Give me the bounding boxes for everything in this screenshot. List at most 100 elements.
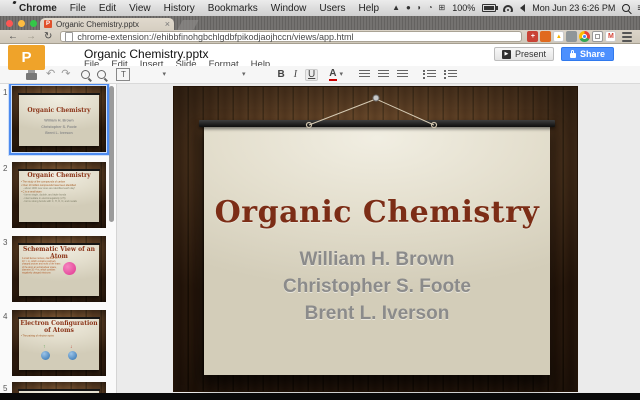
numbered-list-icon <box>423 70 436 79</box>
slide-thumbnail-4[interactable]: Electron Configuration of Atoms• The pai… <box>12 310 106 376</box>
volume-icon[interactable] <box>520 4 525 12</box>
menubar-item-users[interactable]: Users <box>319 3 345 14</box>
numbered-list-button[interactable] <box>423 70 436 79</box>
slide-thumbnail-1[interactable]: Organic Chemistry William H. BrownChristo… <box>12 86 106 152</box>
thumbnail-wood-bg: Organic Chemistry• The study of the comp… <box>12 162 106 228</box>
thumbnail-bullets: • The study of the compounds of carbon• … <box>19 180 99 204</box>
hanging-string-graphic <box>174 87 579 137</box>
status-icon-2[interactable]: ◗ <box>417 4 422 12</box>
thumbnail-rod <box>18 389 100 391</box>
address-bar[interactable]: chrome-extension://ehibbfinohgbchlgdbfpi… <box>60 31 522 42</box>
menubar-item-view[interactable]: View <box>129 3 151 14</box>
align-right-button[interactable] <box>397 70 408 79</box>
thumbnail-title: Organic Chemistry <box>19 108 99 115</box>
font-size-dropdown[interactable]: ▾ <box>242 71 246 78</box>
chrome-toolbar: ← → ↻ chrome-extension://ehibbfinohgbchl… <box>0 30 640 44</box>
thumbnail-rod <box>18 169 100 171</box>
status-icon-3[interactable]: ◔ <box>428 4 433 12</box>
wifi-icon[interactable] <box>503 5 513 12</box>
textbox-button[interactable]: T <box>116 68 130 81</box>
header-buttons: ▶ Present Share <box>494 47 614 61</box>
slide-thumbnail-2[interactable]: Organic Chemistry• The study of the comp… <box>12 162 106 228</box>
tab-favicon: P <box>44 20 52 28</box>
menubar-item-bookmarks[interactable]: Bookmarks <box>208 3 258 14</box>
chrome-extension-icon[interactable] <box>579 31 590 42</box>
chrome-menu-icon[interactable] <box>622 32 632 42</box>
present-label: Present <box>515 49 546 59</box>
spotlight-icon[interactable] <box>622 4 630 12</box>
status-icon-0[interactable]: ▲ <box>392 4 400 12</box>
adblock-extension-icon[interactable]: + <box>527 31 538 42</box>
back-button[interactable]: ← <box>8 32 18 42</box>
author-line: Brent L. Iverson <box>204 300 550 327</box>
menubar-item-chrome[interactable]: Chrome <box>19 3 57 14</box>
text-color-dropdown[interactable]: ▾ <box>340 71 344 78</box>
slide-title-textbox[interactable]: Organic Chemistry <box>204 195 550 230</box>
slide-canvas[interactable]: Organic Chemistry William H. BrownChrist… <box>173 86 578 392</box>
thumbnail-atom-text: A small dense nucleus, diameter 10⁻¹⁴ – … <box>22 257 63 275</box>
textbox-icon: T <box>116 68 130 81</box>
screenshot-extension-icon[interactable] <box>592 31 603 42</box>
status-icon-1[interactable]: ● <box>406 4 411 12</box>
bold-button[interactable]: B <box>277 70 284 80</box>
thumbnail-authors: William H. BrownChristopher S. FooteBren… <box>19 118 99 136</box>
nucleus-circle <box>63 262 76 275</box>
electron-sphere: ↓ <box>68 351 77 360</box>
bulleted-list-button[interactable] <box>444 70 457 79</box>
author-line: William H. Brown <box>204 246 550 273</box>
redo-button[interactable]: ↷ <box>61 69 70 80</box>
tab-title: Organic Chemistry.pptx <box>56 20 162 29</box>
drive-extension-icon[interactable]: ▲ <box>553 31 564 42</box>
menubar-item-file[interactable]: File <box>70 3 86 14</box>
slide-authors-textbox[interactable]: William H. BrownChristopher S. FooteBren… <box>204 246 550 327</box>
slides-app-header: P Organic Chemistry.pptx FileEditInsertS… <box>0 44 640 66</box>
italic-button[interactable]: I <box>294 70 297 80</box>
zoom-in-icon <box>81 70 90 79</box>
share-button[interactable]: Share <box>561 47 614 61</box>
undo-button[interactable]: ↶ <box>46 69 55 80</box>
slides-logo[interactable]: P <box>8 45 45 70</box>
browser-tab[interactable]: P Organic Chemistry.pptx × <box>40 18 174 30</box>
slide-number: 4 <box>3 312 7 321</box>
url-text: chrome-extension://ehibbfinohgbchlgdbfpi… <box>77 32 353 42</box>
window-zoom-button[interactable] <box>30 20 37 27</box>
align-left-button[interactable] <box>359 70 370 79</box>
tab-close-icon[interactable]: × <box>165 20 170 29</box>
text-color-button[interactable]: A <box>329 69 336 81</box>
thumbnail-rod <box>18 317 100 319</box>
font-dropdown[interactable]: ▾ <box>162 71 166 78</box>
menu-items: Chrome File Edit View History Bookmarks Window… <box>19 3 392 14</box>
filmstrip-scrollbar[interactable] <box>109 86 114 222</box>
slide-filmstrip: 1Organic ChemistryWilliam H. BrownChrist… <box>0 84 117 393</box>
forward-button[interactable]: → <box>26 32 36 42</box>
new-tab-button[interactable] <box>177 20 198 30</box>
slide-poster[interactable]: Organic Chemistry William H. BrownChrist… <box>204 123 550 375</box>
menubar-item-help[interactable]: Help <box>359 3 380 14</box>
reload-button[interactable]: ↻ <box>44 32 52 42</box>
slide-thumbnail-5[interactable] <box>12 382 106 393</box>
print-button[interactable] <box>26 70 37 80</box>
gmail-extension-icon[interactable]: M <box>605 31 616 42</box>
window-close-button[interactable] <box>6 20 13 27</box>
underline-button[interactable]: U <box>305 69 318 81</box>
status-icon-4[interactable]: ⊞ <box>439 4 446 12</box>
screen: Chrome File Edit View History Bookmarks Window… <box>0 0 640 400</box>
slide-thumbnail-3[interactable]: Schematic View of an AtomA small dense n… <box>12 236 106 302</box>
camera-extension-icon[interactable] <box>566 31 577 42</box>
menubar-item-edit[interactable]: Edit <box>99 3 116 14</box>
present-button[interactable]: ▶ Present <box>494 47 554 61</box>
menu-bar-clock[interactable]: Mon Jun 23 6:26 PM <box>532 3 615 13</box>
extension-icons: + ▲ M <box>527 31 616 42</box>
thumbnail-rod <box>18 93 100 95</box>
menubar-item-window[interactable]: Window <box>271 3 307 14</box>
window-minimize-button[interactable] <box>18 20 25 27</box>
menubar-item-history[interactable]: History <box>164 3 195 14</box>
align-left-icon <box>359 70 370 79</box>
orange-extension-icon[interactable] <box>540 31 551 42</box>
align-center-button[interactable] <box>378 70 389 79</box>
macos-menu-bar: Chrome File Edit View History Bookmarks Window… <box>0 0 640 16</box>
zoom-in-button[interactable] <box>81 70 90 79</box>
thumbnail-bullets: • The pairing of electron spins <box>19 334 99 338</box>
zoom-out-button[interactable] <box>97 70 106 79</box>
thumbnail-poster: Organic Chemistry William H. BrownChristo… <box>19 95 99 146</box>
